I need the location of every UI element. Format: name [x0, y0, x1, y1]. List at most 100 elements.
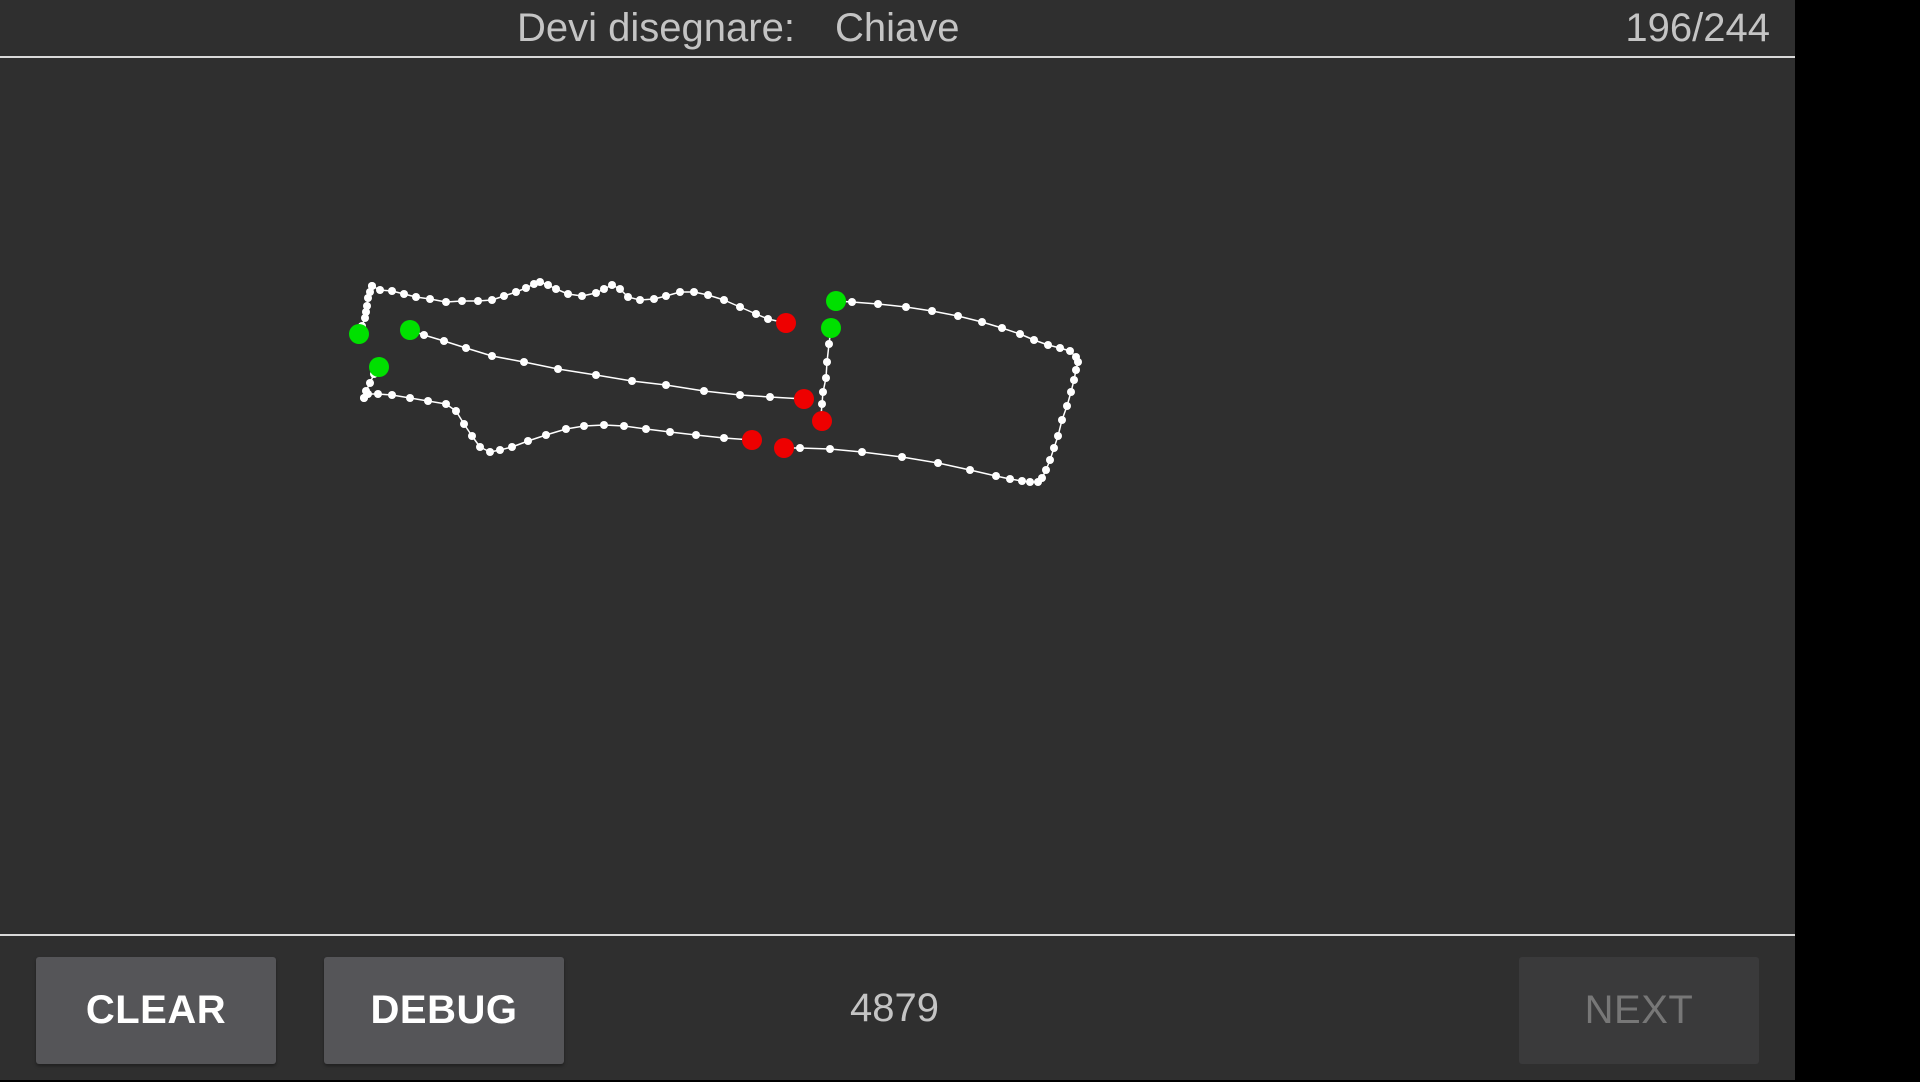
stroke-point: [676, 288, 684, 296]
stroke-point: [822, 374, 830, 382]
stroke-point: [524, 437, 532, 445]
stroke-point: [1067, 388, 1075, 396]
stroke-point: [592, 289, 600, 297]
stroke-point: [616, 285, 624, 293]
stroke-point: [902, 303, 910, 311]
stroke-point: [928, 307, 936, 315]
stroke-point: [1056, 344, 1064, 352]
stroke-point: [662, 292, 670, 300]
stroke-point: [848, 298, 856, 306]
stroke-point: [898, 453, 906, 461]
stroke-point: [700, 387, 708, 395]
stroke-start-marker: [826, 291, 846, 311]
stroke-point: [388, 391, 396, 399]
stroke-point: [366, 379, 374, 387]
stroke-point: [420, 331, 428, 339]
stroke-point: [1046, 456, 1054, 464]
stroke-point: [520, 358, 528, 366]
stroke-point: [1054, 432, 1062, 440]
stroke-point: [690, 288, 698, 296]
stroke-point: [796, 444, 804, 452]
drawing-canvas[interactable]: [0, 58, 1795, 934]
stroke-point: [508, 443, 516, 451]
stroke-point: [600, 421, 608, 429]
stroke-point: [442, 400, 450, 408]
footer-bar: CLEAR DEBUG 4879 NEXT: [0, 934, 1795, 1082]
stroke-point: [624, 293, 632, 301]
stroke-start-marker: [369, 357, 389, 377]
stroke-point: [554, 365, 562, 373]
drawing-svg: [349, 278, 1082, 486]
stroke-point: [1026, 478, 1034, 486]
stroke-line-4: [363, 393, 753, 453]
stroke-point: [424, 397, 432, 405]
stroke-end-marker: [776, 313, 796, 333]
stroke-point: [460, 420, 468, 428]
stroke-point: [474, 297, 482, 305]
stroke-point: [1030, 336, 1038, 344]
stroke-point: [406, 394, 414, 402]
stroke-point: [564, 290, 572, 298]
stroke-point: [442, 298, 450, 306]
stroke-point: [720, 434, 728, 442]
stroke-point: [452, 407, 460, 415]
stroke-point: [704, 291, 712, 299]
stroke-point: [736, 303, 744, 311]
stroke-point: [692, 431, 700, 439]
stroke-point: [992, 472, 1000, 480]
prompt-word: Chiave: [835, 6, 960, 50]
stroke-point: [966, 466, 974, 474]
stroke-point: [552, 285, 560, 293]
stroke-point: [476, 443, 484, 451]
stroke-point: [620, 422, 628, 430]
clear-button[interactable]: CLEAR: [36, 957, 276, 1064]
stroke-point: [512, 288, 520, 296]
stroke-point: [736, 391, 744, 399]
stroke-point: [578, 292, 586, 300]
stroke-point: [1044, 341, 1052, 349]
stroke-point: [1070, 376, 1078, 384]
stroke-point: [1072, 366, 1080, 374]
stroke-point: [462, 344, 470, 352]
app-window: Devi disegnare: Chiave 196/244 CLEAR DEB…: [0, 0, 1795, 1080]
stroke-point: [544, 281, 552, 289]
stroke-end-marker: [774, 438, 794, 458]
stroke-point: [752, 310, 760, 318]
stroke-point: [486, 448, 494, 456]
stroke-point: [934, 459, 942, 467]
stroke-point: [1074, 358, 1082, 366]
prompt-label: Devi disegnare:: [517, 6, 795, 50]
stroke-point: [1018, 477, 1026, 485]
stroke-point: [650, 295, 658, 303]
stroke-point: [1058, 416, 1066, 424]
stroke-end-marker: [742, 430, 762, 450]
stroke-point: [826, 445, 834, 453]
stroke-point: [368, 282, 376, 290]
stroke-point: [662, 381, 670, 389]
stroke-point: [600, 285, 608, 293]
next-button[interactable]: NEXT: [1519, 957, 1759, 1064]
stroke-point: [1066, 347, 1074, 355]
stroke-point: [823, 358, 831, 366]
stroke-point: [500, 292, 508, 300]
stroke-point: [496, 446, 504, 454]
stroke-point: [488, 352, 496, 360]
stroke-point: [374, 390, 382, 398]
stroke-point: [426, 295, 434, 303]
stroke-point: [720, 296, 728, 304]
stroke-point: [1034, 478, 1042, 486]
stroke-point: [562, 425, 570, 433]
stroke-point: [522, 284, 530, 292]
stroke-point: [468, 432, 476, 440]
stroke-point: [642, 425, 650, 433]
stroke-point: [666, 428, 674, 436]
stroke-point: [874, 300, 882, 308]
stroke-end-marker: [812, 411, 832, 431]
stroke-start-marker: [349, 324, 369, 344]
stroke-start-marker: [400, 320, 420, 340]
debug-button[interactable]: DEBUG: [324, 957, 564, 1064]
stroke-point: [592, 371, 600, 379]
stroke-point: [364, 294, 372, 302]
stroke-point: [858, 448, 866, 456]
stroke-point: [608, 281, 616, 289]
